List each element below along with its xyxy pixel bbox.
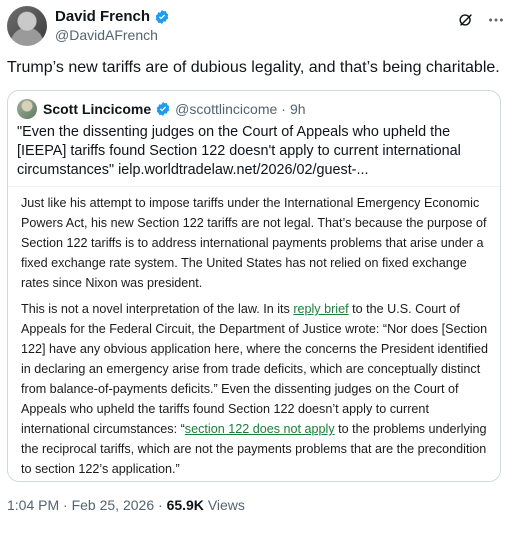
author-handle[interactable]: @DavidAFrench <box>55 27 158 43</box>
image-paragraph-2: This is not a novel interpretation of th… <box>21 299 491 479</box>
quoted-time[interactable]: 9h <box>290 101 306 117</box>
image-p2-part-a: This is not a novel interpretation of th… <box>21 302 294 316</box>
header-actions <box>456 10 506 30</box>
post-date[interactable]: Feb 25, 2026 <box>72 497 155 513</box>
quoted-text: "Even the dissenting judges on the Court… <box>17 123 497 180</box>
author-name-row: David French <box>55 8 170 25</box>
tweet-footer: 1:04 PM · Feb 25, 2026 · 65.9K Views <box>7 497 245 513</box>
views-label: Views <box>207 497 245 513</box>
author-display-name[interactable]: David French <box>55 8 150 25</box>
views-count[interactable]: 65.9K <box>167 497 204 513</box>
quoted-tweet-header: Scott Lincicome @scottlincicome · 9h <box>17 99 306 119</box>
quoted-handle[interactable]: @scottlincicome <box>175 101 277 117</box>
image-p2-part-b: to the U.S. Court of Appeals for the Fed… <box>21 302 488 436</box>
image-paragraph-1: Just like his attempt to impose tariffs … <box>21 196 487 290</box>
avatar[interactable] <box>7 6 47 46</box>
quoted-avatar[interactable] <box>17 99 37 119</box>
footer-separator-2: · <box>158 497 163 513</box>
post-time[interactable]: 1:04 PM <box>7 497 59 513</box>
reply-brief-link: reply brief <box>293 302 349 316</box>
grok-icon[interactable] <box>456 10 476 30</box>
footer-separator: · <box>63 497 68 513</box>
verified-badge-icon <box>155 101 171 117</box>
quoted-image[interactable]: Just like his attempt to impose tariffs … <box>8 186 500 481</box>
quoted-link[interactable]: ielp.worldtradelaw.net/2026/02/guest-... <box>118 162 368 178</box>
quoted-separator: · <box>281 101 286 117</box>
verified-badge-icon <box>154 9 170 25</box>
tweet-text: Trump’s new tariffs are of dubious legal… <box>7 59 500 76</box>
tweet-header: David French @DavidAFrench <box>7 6 510 46</box>
more-icon[interactable] <box>486 10 506 30</box>
quoted-tweet[interactable]: Scott Lincicome @scottlincicome · 9h "Ev… <box>7 90 501 482</box>
section-122-link: section 122 does not apply <box>184 422 335 436</box>
quoted-display-name[interactable]: Scott Lincicome <box>43 101 151 117</box>
